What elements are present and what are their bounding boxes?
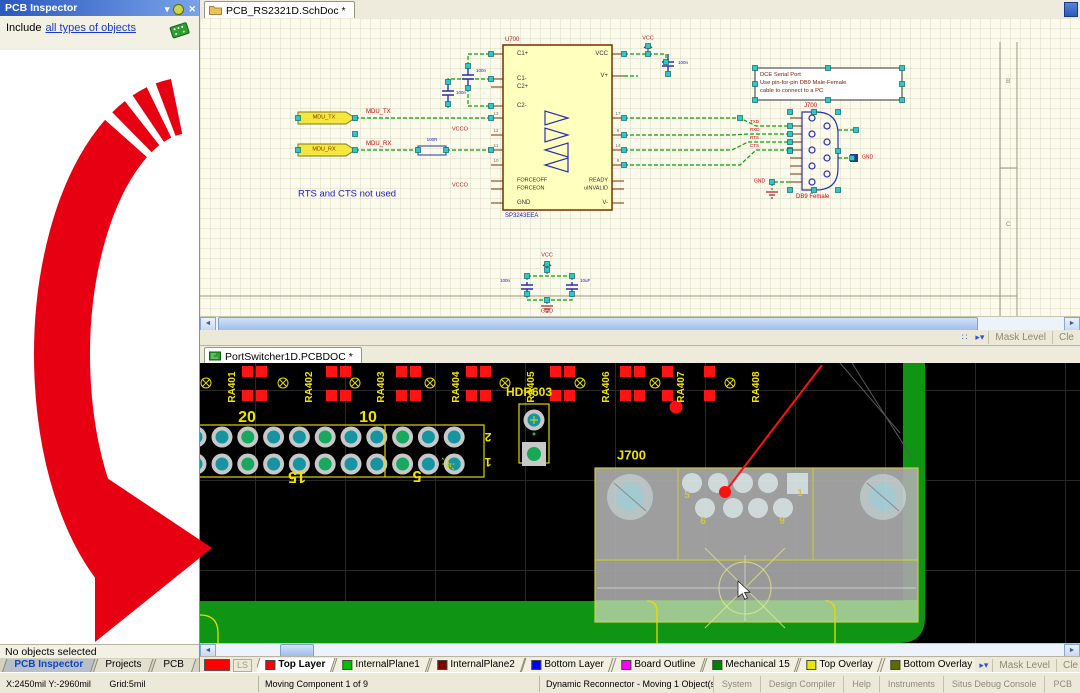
panel-empty-area [0,50,199,644]
layer-color-icon [712,659,722,669]
panel-titlebar[interactable]: PCB Inspector ▾ ✕ [0,0,199,16]
layer-tab-bottom-overlay[interactable]: Bottom Overlay [879,658,975,673]
editor-area: PCB_RS2321D.SchDoc * [200,0,1080,672]
status-button-situs-debug-console[interactable]: Situs Debug Console [943,676,1045,692]
scroll-right-icon[interactable]: ► [1064,317,1080,331]
status-button-system[interactable]: System [713,676,760,692]
mode-status: Dynamic Reconnector - Moving 1 Object(s)… [539,676,713,692]
panel-close-icon[interactable]: ✕ [188,1,196,17]
altium-window: PCB Inspector ▾ ✕ Include all types of ob… [0,0,1080,693]
schematic-drawing [200,18,1080,316]
sheet-ports [298,112,355,156]
schematic-canvas[interactable]: U700SP3243EEAC1+C1-C2+C2-FORCEOFFFORCEON… [200,18,1080,316]
mask-level-button[interactable]: Mask Level [992,659,1056,672]
mask-level-button[interactable]: Mask Level [988,331,1052,344]
layer-tab-internalplane2[interactable]: InternalPlane2 [426,658,524,673]
panel-tab-pcb[interactable]: PCB [151,659,196,673]
schematic-document-tab[interactable]: PCB_RS2321D.SchDoc * [204,1,355,19]
current-layer-swatch [204,659,230,671]
layer-tab-internalplane1[interactable]: InternalPlane1 [332,658,430,673]
component-move-status: Moving Component 1 of 9 [258,676,539,692]
status-button-instruments[interactable]: Instruments [879,676,943,692]
layer-tab-mechanical-15[interactable]: Mechanical 15 [701,658,799,673]
layer-tab-board-outline[interactable]: Board Outline [610,658,705,673]
scrollbar-track[interactable] [978,317,1064,331]
layer-tab-top-layer[interactable]: Top Layer [257,658,335,673]
ratsnest-endpoint-1 [670,401,683,414]
filter-icon[interactable]: ▸▾ [975,660,992,671]
layer-color-icon [621,659,631,669]
panel-menu-icon[interactable]: ▾ [165,1,170,17]
note-box [755,68,902,100]
status-bar: X:2450mil Y:-2960mil Grid:5mil Moving Co… [0,672,1080,693]
layer-tab-top-overlay[interactable]: Top Overlay [796,658,883,673]
pcb-doc-icon [209,351,221,364]
pcb-hscrollbar[interactable]: ◄ ► [200,643,1080,657]
status-button-design-compiler[interactable]: Design Compiler [760,676,844,692]
clear-button[interactable]: Cle [1052,331,1080,344]
ratsnest-endpoint-2 [719,486,731,498]
layer-tabs: Top LayerInternalPlane1InternalPlane2Bot… [257,658,975,673]
layer-color-icon [265,659,275,669]
layer-set-button[interactable]: LS [233,659,252,672]
snap-dots-icon[interactable]: ∷ [958,332,972,343]
status-button-help[interactable]: Help [843,676,879,692]
panel-tab-projects[interactable]: Projects [93,659,154,673]
pcb-chip-icon [167,20,191,43]
status-button-pcb[interactable]: PCB [1044,676,1080,692]
include-label: Include [6,22,41,34]
cursor-position-status: X:2450mil Y:-2960mil Grid:5mil [0,676,258,692]
pcb-tab-bar: PortSwitcher1D.PCBDOC * [200,345,1080,365]
schematic-tab-title: PCB_RS2321D.SchDoc * [226,5,346,17]
resistor-array-pads [201,366,735,401]
transceiver-chip [491,45,624,210]
status-menu-buttons: SystemDesign CompilerHelpInstrumentsSitu… [713,676,1080,692]
layer-color-icon [437,659,447,669]
layer-color-icon [342,659,352,669]
db9-connector [802,112,838,190]
scroll-left-icon[interactable]: ◄ [200,317,216,331]
clear-button[interactable]: Cle [1056,659,1080,672]
pcb-canvas[interactable]: RA401RA402RA403RA404RA405RA406RA407RA408… [200,363,1080,643]
filter-icon[interactable]: ▸▾ [971,332,988,343]
pcb-drawing [200,363,1080,643]
header-pads [200,427,465,475]
pcb-inspector-panel: PCB Inspector ▾ ✕ Include all types of ob… [0,0,200,672]
dragged-component-j700 [595,468,918,628]
ratsnest-gray-lines [840,363,912,458]
grid-value: Grid:5mil [109,679,145,689]
series-resistor [418,146,446,155]
schematic-hscrollbar[interactable]: ◄ ► [200,316,1080,331]
include-filter-link[interactable]: all types of objects [45,22,136,34]
layer-tab-bar: LS Top LayerInternalPlane1InternalPlane2… [200,656,1080,673]
panel-tab-bar: PCB InspectorProjectsPCB [0,658,199,672]
pcb-tab-title: PortSwitcher1D.PCBDOC * [225,351,353,363]
schematic-mask-bar: ∷ ▸▾ Mask Level Cle [200,330,1080,345]
layer-color-icon [807,659,817,669]
scrollbar-thumb[interactable] [218,317,978,331]
position-value: X:2450mil Y:-2960mil [6,679,91,689]
panel-pin-icon[interactable] [173,4,184,15]
layer-tab-bottom-layer[interactable]: Bottom Layer [521,658,614,673]
panel-title: PCB Inspector [5,2,77,14]
schematic-tab-bar: PCB_RS2321D.SchDoc * [200,0,1080,19]
panel-tab-pcb-inspector[interactable]: PCB Inspector [2,659,95,673]
tab-scroll-button[interactable] [1064,2,1078,17]
layer-color-icon [890,659,900,669]
selection-status: No objects selected [0,644,199,659]
schematic-doc-icon [209,5,222,18]
hdr603-footprint [519,404,549,466]
layer-color-icon [531,659,541,669]
